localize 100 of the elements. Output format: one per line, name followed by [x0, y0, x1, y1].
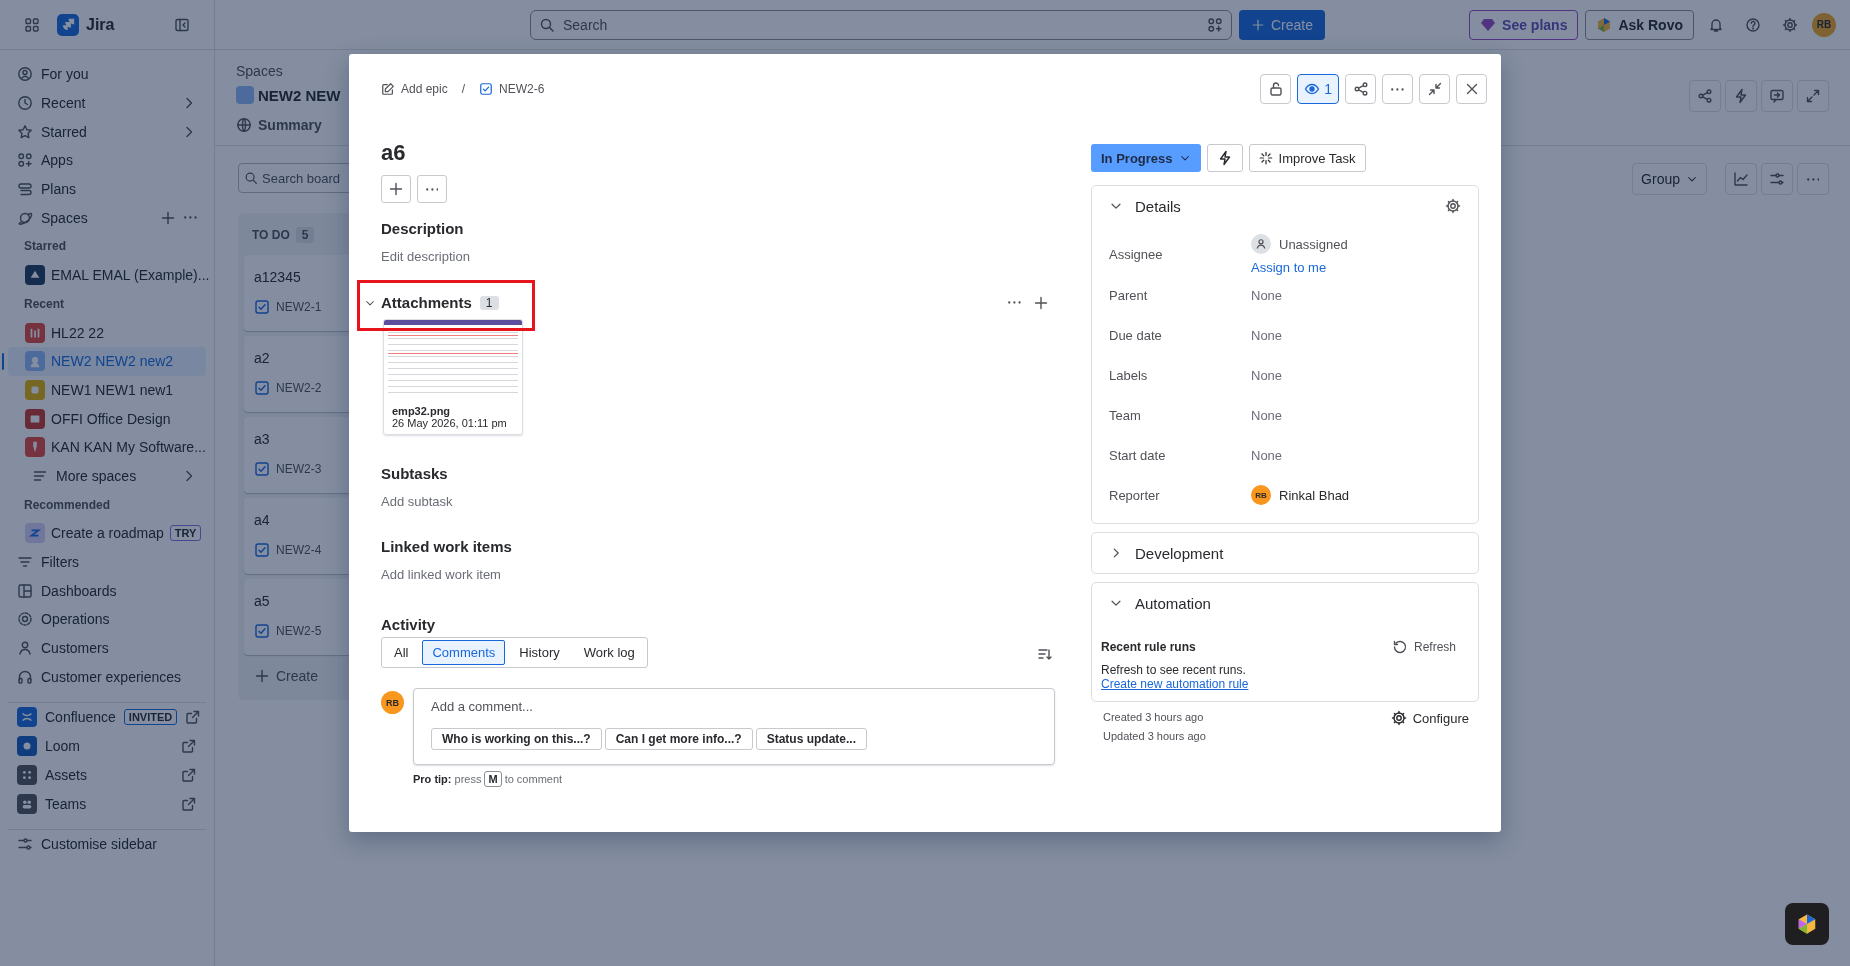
- see-plans-button[interactable]: See plans: [1469, 9, 1579, 40]
- fullscreen-button[interactable]: [1797, 80, 1829, 112]
- status-button[interactable]: In Progress: [1091, 144, 1201, 172]
- space-item[interactable]: KAN KAN My Software...: [8, 432, 206, 462]
- refresh-icon: [1391, 639, 1408, 655]
- search-field[interactable]: Search: [530, 9, 1232, 40]
- sidebar-item[interactable]: Customers: [8, 633, 206, 663]
- panel-title[interactable]: Automation: [1135, 594, 1461, 612]
- field-value[interactable]: None: [1251, 447, 1461, 463]
- configure-button[interactable]: Configure: [1390, 710, 1469, 726]
- share-button[interactable]: [1345, 74, 1376, 104]
- insights-button[interactable]: [1725, 163, 1757, 195]
- refresh-button[interactable]: Refresh: [1391, 639, 1468, 655]
- work-item-title[interactable]: a6: [381, 140, 1055, 166]
- sidebar-item[interactable]: Apps: [8, 146, 206, 175]
- field-label: Team: [1109, 407, 1142, 423]
- share-button[interactable]: [1689, 80, 1721, 112]
- checkbox-icon: [254, 461, 270, 477]
- suggestion-chip[interactable]: Status update...: [755, 728, 868, 750]
- sidebar-item[interactable]: Operations: [8, 605, 206, 634]
- work-item-card[interactable]: a3 NEW2-3: [244, 417, 349, 493]
- create-button[interactable]: Create: [1239, 9, 1326, 40]
- panel-title[interactable]: Development: [1135, 544, 1461, 562]
- tab[interactable]: Summary: [236, 113, 322, 139]
- person-circle-icon: [17, 66, 33, 83]
- sidebar-item[interactable]: Customer experiences: [8, 662, 206, 692]
- search-icon: [539, 16, 555, 33]
- watch-button[interactable]: 1: [1297, 74, 1339, 104]
- more-icon: [1806, 177, 1820, 181]
- app-icon: [17, 764, 37, 785]
- settings-button[interactable]: [1445, 198, 1461, 214]
- create-rule-link[interactable]: Create new automation rule: [1101, 677, 1249, 691]
- suggestion-chip[interactable]: Can I get more info...?: [604, 728, 753, 750]
- close-button[interactable]: [1456, 74, 1487, 104]
- minimize-button[interactable]: [1419, 74, 1450, 104]
- field-value[interactable]: None: [1251, 287, 1461, 303]
- add-space-button[interactable]: [160, 209, 177, 226]
- user-avatar[interactable]: RB: [1812, 12, 1836, 37]
- space-item[interactable]: OFFI Office Design: [8, 404, 206, 433]
- sort-button[interactable]: [1037, 646, 1053, 662]
- line-chart-icon: [1733, 171, 1749, 187]
- work-item-card[interactable]: a5 NEW2-5: [244, 579, 349, 655]
- attachment-card[interactable]: emp32.png 26 May 2026, 01:11 pm: [383, 319, 523, 435]
- app-item[interactable]: Confluence INVITED: [8, 703, 206, 732]
- sidebar-item[interactable]: Spaces: [8, 203, 206, 233]
- comment-field[interactable]: Add a comment... Who is working on this...? Can I get more info...? Status update...: [413, 688, 1055, 765]
- field-label: Assignee: [1109, 247, 1164, 262]
- panel-title[interactable]: Details: [1135, 197, 1433, 215]
- activity-tab[interactable]: History: [509, 640, 570, 665]
- space-item[interactable]: NEW1 NEW1 new1: [8, 375, 206, 405]
- sidebar-item[interactable]: For you: [8, 60, 206, 89]
- app-item[interactable]: Teams: [8, 789, 206, 818]
- description-field[interactable]: Edit description: [381, 249, 1055, 264]
- suggestion-chip[interactable]: Who is working on this...?: [431, 728, 602, 750]
- more-button[interactable]: [184, 216, 197, 220]
- view-settings-button[interactable]: [1761, 163, 1793, 195]
- add-linked-item-link[interactable]: Add linked work item: [381, 567, 1055, 582]
- field-value[interactable]: None: [1251, 367, 1461, 383]
- activity-tab[interactable]: Comments: [422, 640, 506, 665]
- work-item-card[interactable]: a2 NEW2-2: [244, 336, 349, 412]
- field-value[interactable]: None: [1251, 327, 1461, 343]
- add-subtask-link[interactable]: Add subtask: [381, 494, 1055, 509]
- field-value[interactable]: None: [1251, 407, 1461, 423]
- improve-task-button[interactable]: Improve Task: [1248, 144, 1366, 172]
- help-icon: [1745, 16, 1761, 33]
- feedback-button[interactable]: [1761, 80, 1793, 112]
- hexagon-icon: [1596, 16, 1613, 33]
- add-epic-link[interactable]: Add epic: [381, 82, 448, 96]
- sidebar-item[interactable]: Filters: [8, 547, 206, 577]
- sidebar-item[interactable]: Customise sidebar: [8, 829, 206, 859]
- assistant-button[interactable]: [1785, 903, 1829, 945]
- sidebar-item[interactable]: Plans: [8, 174, 206, 204]
- lightning-icon: [1733, 88, 1749, 104]
- activity-tab[interactable]: Work log: [573, 640, 645, 665]
- sidebar-item[interactable]: More spaces: [8, 461, 206, 491]
- breadcrumb-link[interactable]: Spaces: [236, 63, 349, 79]
- sidebar-item[interactable]: Recent: [8, 88, 206, 118]
- app-item[interactable]: Assets: [8, 760, 206, 790]
- group-button[interactable]: Group: [1632, 163, 1707, 195]
- work-item-card[interactable]: a4 NEW2-4: [244, 498, 349, 574]
- activity-tab[interactable]: All: [384, 640, 419, 665]
- add-button[interactable]: [381, 175, 411, 203]
- restrict-button[interactable]: [1260, 74, 1292, 104]
- ask-rovo-button[interactable]: Ask Rovo: [1585, 9, 1694, 40]
- app-icon: [17, 793, 37, 814]
- assign-to-me-link[interactable]: Assign to me: [1251, 260, 1461, 275]
- app-item[interactable]: Loom: [8, 731, 206, 761]
- space-item[interactable]: EMAL EMAL (Example)...: [8, 260, 206, 290]
- space-item[interactable]: Create a roadmap TRY: [8, 519, 206, 548]
- space-icon: [25, 322, 45, 343]
- create-button[interactable]: Create: [244, 660, 329, 692]
- space-item[interactable]: HL22 22: [8, 318, 206, 347]
- automation-button[interactable]: [1206, 144, 1243, 172]
- plus-icon: [1033, 294, 1049, 311]
- add-attachment-button[interactable]: [1033, 294, 1049, 311]
- more-icon: [425, 187, 439, 191]
- work-item-key-link[interactable]: NEW2-6: [479, 82, 545, 96]
- sidebar-item[interactable]: Dashboards: [8, 576, 206, 606]
- work-item-card[interactable]: a12345 NEW2-1: [244, 255, 349, 331]
- sidebar-item[interactable]: Starred: [8, 117, 206, 147]
